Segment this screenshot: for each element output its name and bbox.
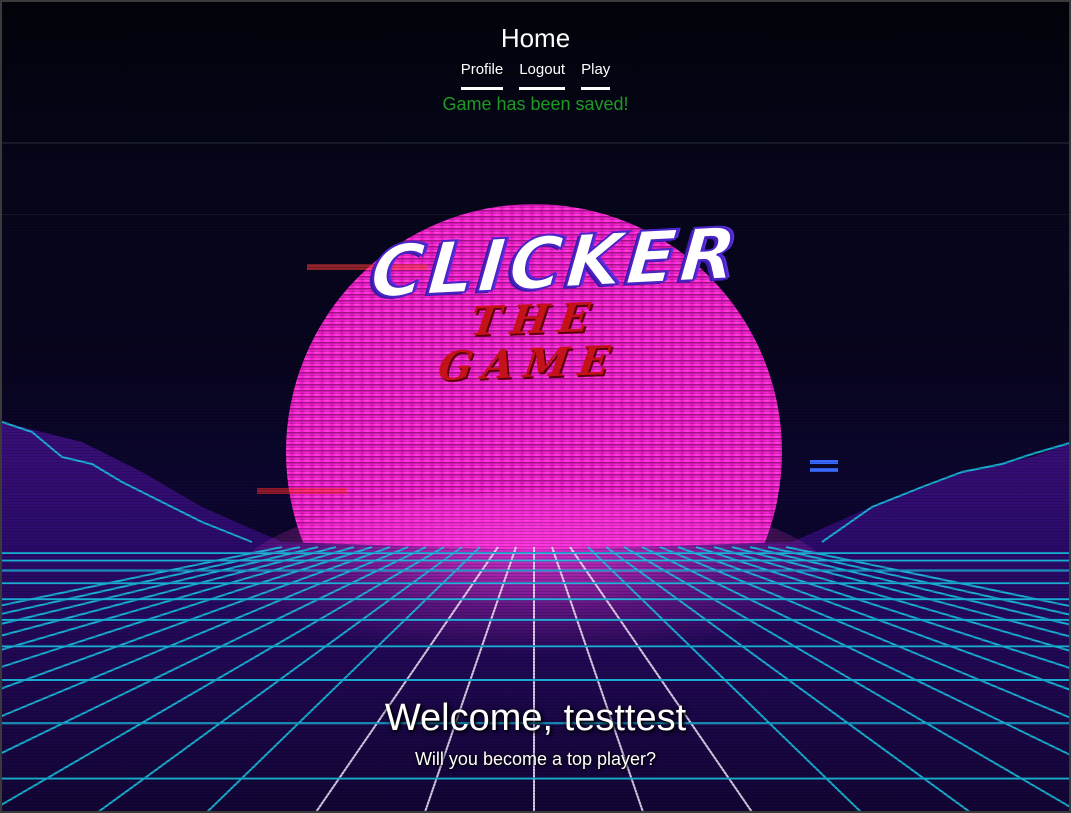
- welcome-title: Welcome, testtest: [384, 697, 687, 739]
- logo-subtitle: THE GAME: [435, 293, 623, 391]
- nav-play-link[interactable]: Play: [581, 62, 611, 90]
- game-logo: CLICKER THE GAME: [366, 210, 744, 390]
- app-frame: Home Profile Logout Play Game has been s…: [0, 0, 1071, 813]
- page-title: Home: [500, 23, 571, 53]
- synthwave-background: [2, 142, 1069, 811]
- nav-logout-link[interactable]: Logout: [519, 62, 566, 90]
- nav-profile-link[interactable]: Profile: [460, 62, 504, 90]
- page-header: Home Profile Logout Play Game has been s…: [2, 2, 1069, 115]
- main-nav: Profile Logout Play: [2, 62, 1069, 90]
- welcome-subtitle: Will you become a top player?: [414, 749, 657, 769]
- welcome-block: Welcome, testtest Will you become a top …: [2, 696, 1069, 770]
- save-status-message: Game has been saved!: [442, 94, 629, 114]
